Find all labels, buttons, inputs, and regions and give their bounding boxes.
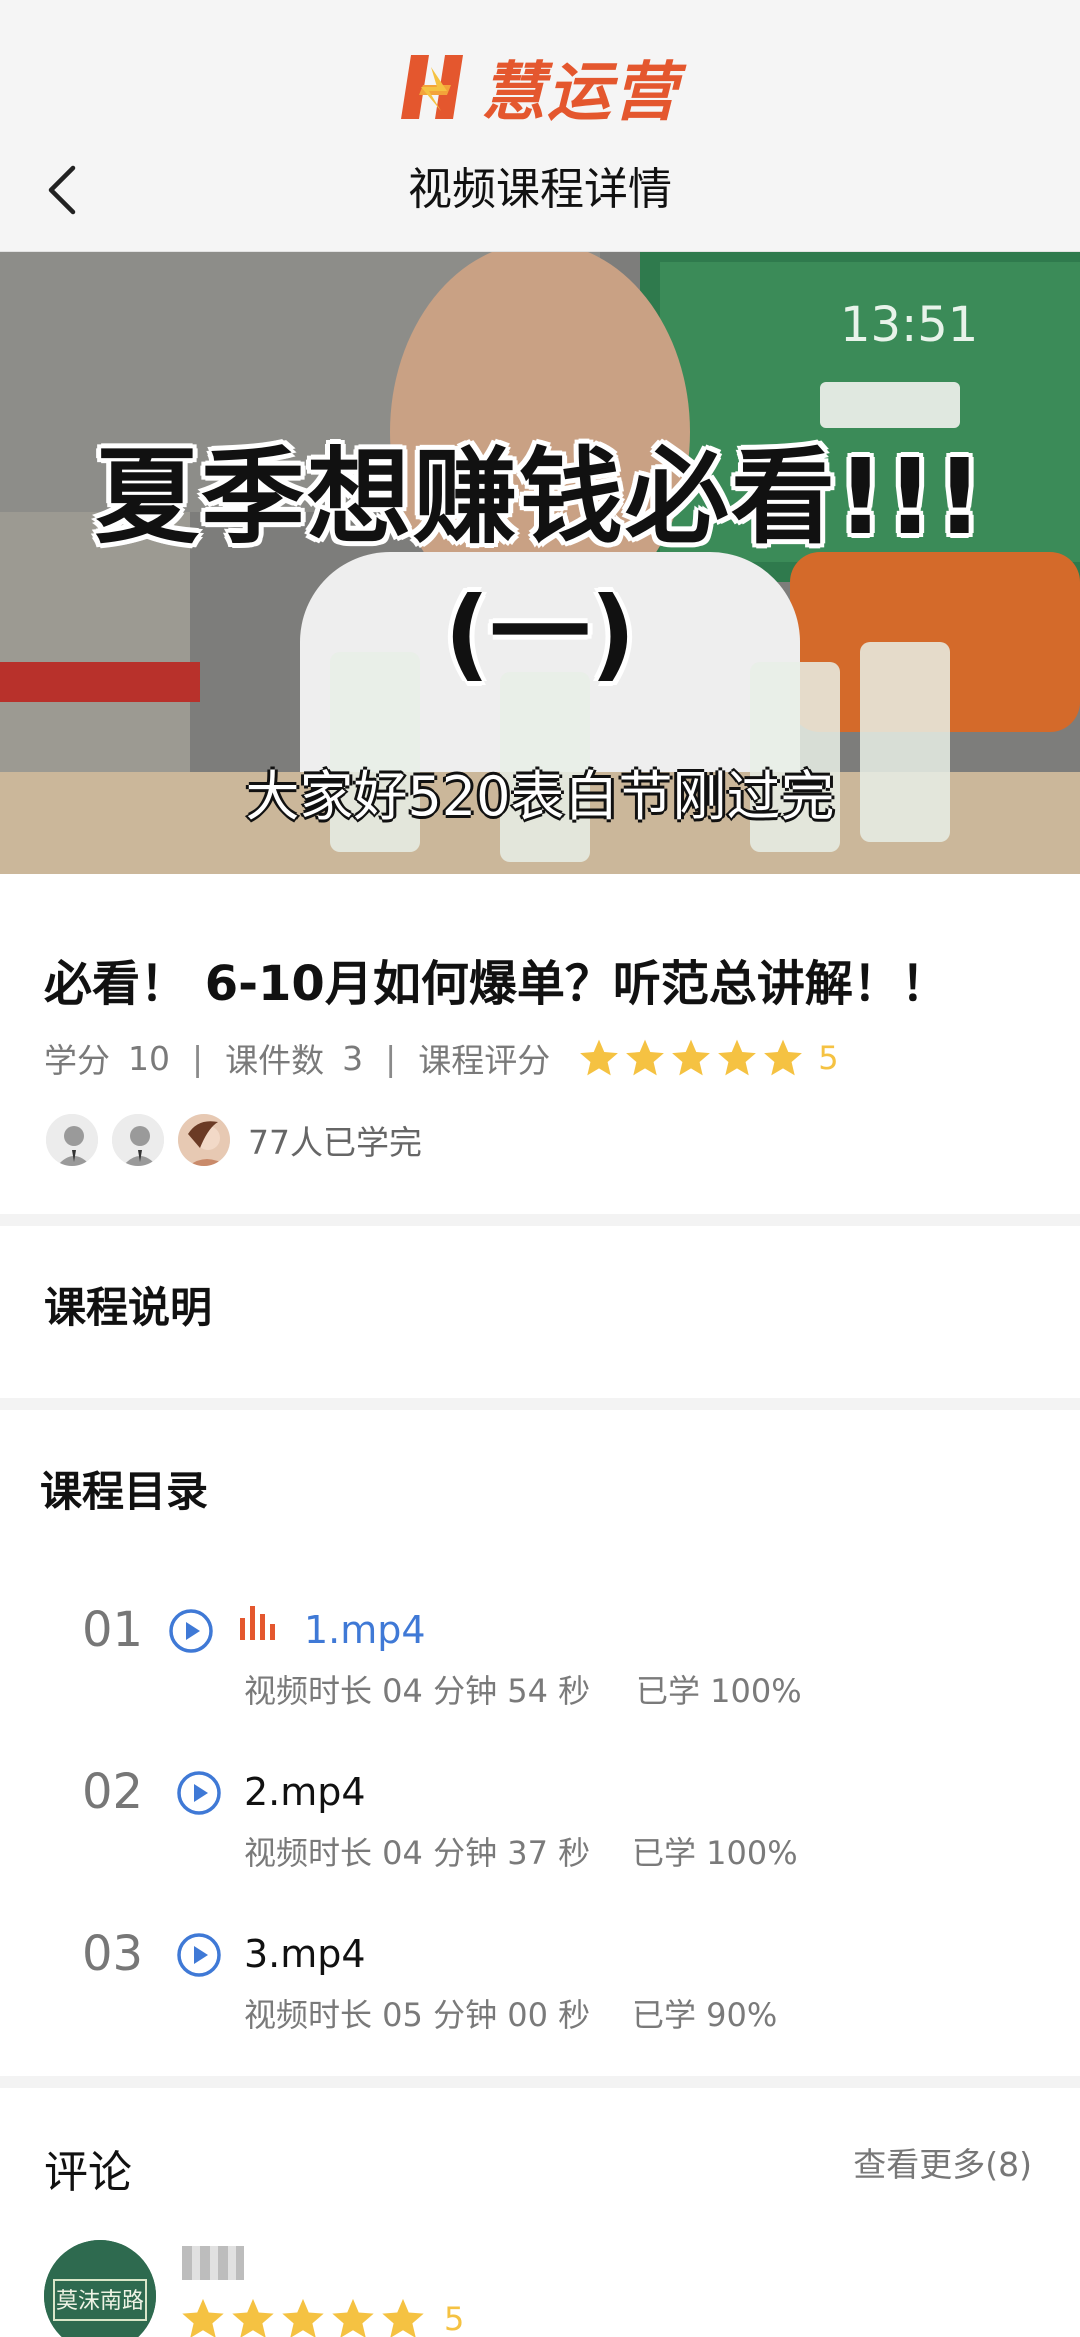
- lesson-number: 01: [82, 1602, 144, 1658]
- person-icon: [46, 1114, 98, 1166]
- lesson-duration: 视频时长 04 分钟 54 秒: [244, 1672, 591, 1710]
- lesson-progress: 已学 90%: [632, 1996, 778, 2034]
- comment-rating: 5: [180, 2296, 464, 2337]
- learners-row: 77人已学完: [44, 1112, 422, 1168]
- section-divider: [0, 2076, 1080, 2088]
- star-icon: [580, 1039, 619, 1076]
- files-value: 3: [342, 1038, 364, 1078]
- course-meta: 学分 10 | 课件数 3 | 课程评分 5: [44, 1030, 839, 1086]
- star-icon: [672, 1039, 711, 1076]
- star-icon: [332, 2298, 374, 2337]
- lesson-item[interactable]: 03 3.mp4 视频时长 05 分钟 00 秒 已学 90%: [0, 1924, 1080, 2064]
- credit-value: 10: [128, 1038, 170, 1078]
- comments-title: 评论: [44, 2147, 132, 2198]
- video-caption-main: 夏季想赚钱必看!!!: [94, 436, 986, 558]
- star-icon: [232, 2298, 274, 2337]
- files-label: 课件数: [225, 1041, 325, 1080]
- store-logo-text: 莫沫南路: [56, 2289, 144, 2314]
- rating-stars: [180, 2296, 426, 2337]
- credit-label: 学分: [44, 1041, 110, 1080]
- video-caption-sub: (一): [444, 575, 636, 692]
- lesson-name: 1.mp4: [304, 1608, 426, 1652]
- star-icon: [282, 2298, 324, 2337]
- brand-name: 慧运营: [481, 56, 679, 130]
- comment-rating-value: 5: [444, 2300, 465, 2337]
- person-photo-icon: [178, 1114, 230, 1166]
- course-title: 必看！ 6-10月如何爆单？听范总讲解！！: [44, 956, 949, 1012]
- top-header: 慧运营 视频课程详情: [0, 0, 1080, 252]
- brand-logo: 慧运营: [0, 42, 1080, 132]
- learner-avatar: [110, 1112, 166, 1168]
- lesson-number: 02: [82, 1764, 144, 1820]
- star-icon: [764, 1039, 803, 1076]
- store-logo-icon: 莫沫南路: [44, 2240, 156, 2337]
- brand-mark-icon: [401, 55, 463, 119]
- now-playing-icon: [240, 1606, 275, 1640]
- star-icon: [718, 1039, 757, 1076]
- page-title: 视频课程详情: [408, 164, 672, 215]
- lesson-item[interactable]: 01 1.mp4 视频时长 04 分钟 54 秒 已学 100%: [0, 1600, 1080, 1740]
- lesson-progress: 已学 100%: [632, 1834, 798, 1872]
- rating-value: 5: [818, 1039, 839, 1077]
- person-icon: [112, 1114, 164, 1166]
- section-divider: [0, 1214, 1080, 1226]
- learners-count: 77人已学完: [248, 1123, 422, 1162]
- play-circle-icon: [169, 1609, 213, 1653]
- section-divider: [0, 1398, 1080, 1410]
- star-icon: [182, 2298, 224, 2337]
- lesson-duration: 视频时长 04 分钟 37 秒: [244, 1834, 591, 1872]
- lesson-progress: 已学 100%: [636, 1672, 802, 1710]
- learner-avatar: [176, 1112, 232, 1168]
- commenter-avatar[interactable]: 莫沫南路: [44, 2240, 156, 2337]
- course-info: 必看！ 6-10月如何爆单？听范总讲解！！ 学分 10 | 课件数 3 | 课程…: [0, 874, 1080, 1214]
- lesson-number: 03: [82, 1926, 144, 1982]
- description-title: 课程说明: [44, 1283, 213, 1332]
- rating-label: 课程评分: [418, 1041, 551, 1080]
- play-circle-icon: [177, 1933, 221, 1977]
- lesson-duration: 视频时长 05 分钟 00 秒: [244, 1996, 591, 2034]
- commenter-name-blurred: [182, 2246, 244, 2280]
- play-circle-icon: [177, 1771, 221, 1815]
- meta-separator: |: [192, 1038, 204, 1078]
- see-more-comments-link[interactable]: 查看更多(8): [853, 2138, 1032, 2186]
- rating-stars: [578, 1037, 804, 1079]
- video-caption-small: 大家好520表白节刚过完: [245, 765, 835, 828]
- lesson-name: 3.mp4: [244, 1932, 366, 1976]
- catalog-title: 课程目录: [40, 1467, 209, 1516]
- video-player[interactable]: 13:51 夏季想赚钱必看!!! (一) 大家好520表白节刚过完: [0, 252, 1080, 874]
- lesson-item[interactable]: 02 2.mp4 视频时长 04 分钟 37 秒 已学 100%: [0, 1762, 1080, 1902]
- star-icon: [382, 2298, 424, 2337]
- app-screen: 慧运营 视频课程详情 13:51 夏季想赚钱必看!!! (一) 大家好520表白…: [0, 0, 1080, 2337]
- meta-separator: |: [385, 1038, 397, 1078]
- star-icon: [626, 1039, 665, 1076]
- lesson-name: 2.mp4: [244, 1770, 366, 1814]
- video-clock-text: 13:51: [840, 297, 979, 353]
- learner-avatar: [44, 1112, 100, 1168]
